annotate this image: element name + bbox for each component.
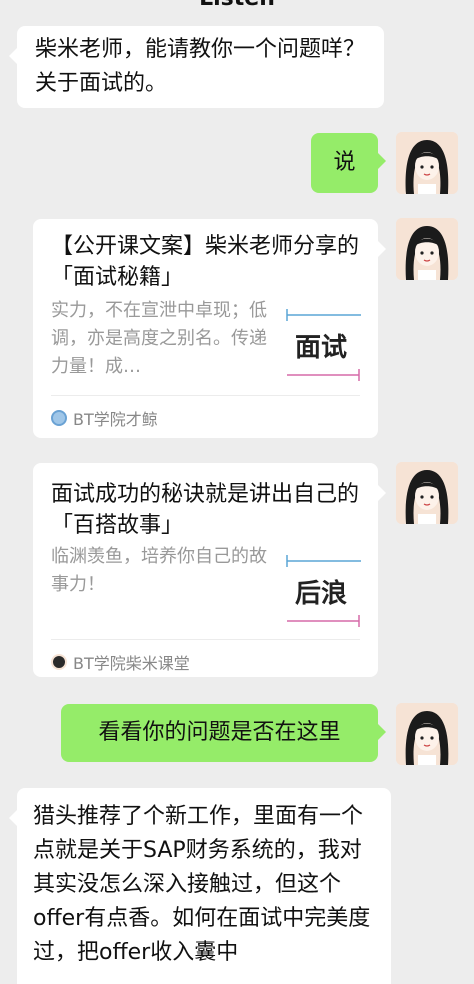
message-bubble-incoming[interactable]: 猎头推荐了个新工作，里面有一个点就是关于SAP财务系统的，我对其实没怎么深入接触… <box>9 788 391 984</box>
card-description: 临渊羡鱼，培养你自己的故事力！ <box>51 546 267 595</box>
article-card[interactable]: 【公开课文案】柴米老师分享的「面试秘籍」 实力，不在宣泄中卓现；低调，亦是高度之… <box>33 219 386 438</box>
my-avatar[interactable] <box>396 132 458 194</box>
card-title: 【公开课文案】柴米老师分享的「面试秘籍」 <box>51 234 360 290</box>
card-thumbnail: 面试 <box>283 301 363 381</box>
avatar-girl-icon <box>396 132 458 194</box>
card-description: 实力，不在宣泄中卓现；低调，亦是高度之别名。传递力量！成… <box>51 300 267 377</box>
my-avatar[interactable] <box>396 462 458 524</box>
source-name: BT学院柴米课堂 <box>73 654 190 673</box>
message-text: 柴米老师，能请教你一个问题咩？关于面试的。 <box>35 37 366 96</box>
card-divider <box>51 395 360 396</box>
avatar-girl-icon <box>396 462 458 524</box>
thumbnail-text: 后浪 <box>295 579 348 609</box>
avatar-girl-icon <box>396 218 458 280</box>
article-card[interactable]: 面试成功的秘诀就是讲出自己的「百搭故事」 临渊羡鱼，培养你自己的故事力！ 后浪 … <box>33 463 386 677</box>
source-logo-icon <box>51 410 67 426</box>
my-avatar[interactable] <box>396 703 458 765</box>
message-bubble-outgoing[interactable]: 看看你的问题是否在这里 <box>61 704 386 762</box>
message-bubble-outgoing[interactable]: 说 <box>311 133 386 193</box>
card-source: BT学院柴米课堂 <box>51 650 190 674</box>
message-bubble-incoming[interactable]: 柴米老师，能请教你一个问题咩？关于面试的。 <box>9 26 384 108</box>
card-divider <box>51 639 360 640</box>
card-source: BT学院才鲸 <box>51 406 158 430</box>
message-text: 猎头推荐了个新工作，里面有一个点就是关于SAP财务系统的，我对其实没怎么深入接触… <box>33 804 371 965</box>
card-thumbnail: 后浪 <box>283 549 363 629</box>
chat-title: Listen <box>0 0 474 11</box>
message-text: 说 <box>333 150 356 175</box>
thumbnail-text: 面试 <box>295 333 348 363</box>
card-title: 面试成功的秘诀就是讲出自己的「百搭故事」 <box>51 482 360 538</box>
chat-header: Listen <box>0 0 474 11</box>
message-text: 看看你的问题是否在这里 <box>98 720 341 745</box>
source-name: BT学院才鲸 <box>73 410 158 429</box>
my-avatar[interactable] <box>396 218 458 280</box>
avatar-girl-icon <box>396 703 458 765</box>
source-avatar-icon <box>51 654 67 670</box>
